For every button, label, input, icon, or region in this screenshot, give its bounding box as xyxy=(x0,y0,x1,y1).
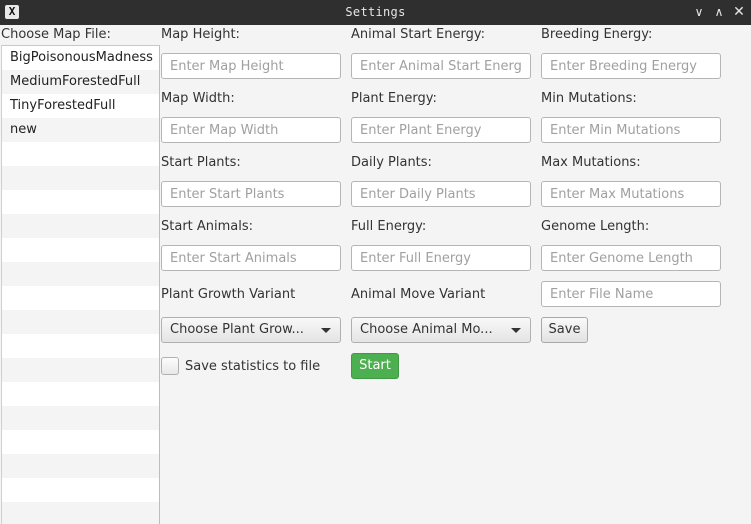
list-item-empty xyxy=(2,334,159,358)
animal-start-energy-label: Animal Start Energy: xyxy=(351,27,485,42)
start-animals-input[interactable] xyxy=(161,245,341,271)
close-icon[interactable]: ✕ xyxy=(730,3,748,21)
map-file-list[interactable]: BigPoisonousMadness MediumForestedFull T… xyxy=(1,45,160,524)
list-item-empty xyxy=(2,238,159,262)
max-mutations-label: Max Mutations: xyxy=(541,155,641,170)
list-item-empty xyxy=(2,358,159,382)
chevron-down-icon xyxy=(321,328,331,333)
start-animals-label: Start Animals: xyxy=(161,219,254,234)
save-statistics-label[interactable]: Save statistics to file xyxy=(185,359,320,374)
map-width-input[interactable] xyxy=(161,117,341,143)
list-item-empty xyxy=(2,382,159,406)
breeding-energy-label: Breeding Energy: xyxy=(541,27,653,42)
plant-growth-variant-value: Choose Plant Grow... xyxy=(170,322,304,337)
list-item-empty xyxy=(2,454,159,478)
breeding-energy-input[interactable] xyxy=(541,53,721,79)
save-statistics-checkbox[interactable] xyxy=(161,357,179,375)
list-item-empty xyxy=(2,190,159,214)
min-mutations-input[interactable] xyxy=(541,117,721,143)
window-title: Settings xyxy=(345,5,406,19)
chevron-down-icon xyxy=(511,328,521,333)
full-energy-input[interactable] xyxy=(351,245,531,271)
plant-growth-variant-select[interactable]: Choose Plant Grow... xyxy=(161,317,341,343)
full-energy-label: Full Energy: xyxy=(351,219,427,234)
list-item[interactable]: TinyForestedFull xyxy=(2,94,159,118)
list-item-empty xyxy=(2,478,159,502)
map-height-label: Map Height: xyxy=(161,27,240,42)
start-plants-input[interactable] xyxy=(161,181,341,207)
plant-energy-input[interactable] xyxy=(351,117,531,143)
animal-move-variant-label: Animal Move Variant xyxy=(351,287,486,302)
animal-start-energy-input[interactable] xyxy=(351,53,531,79)
list-item[interactable]: BigPoisonousMadness xyxy=(2,46,159,70)
genome-length-label: Genome Length: xyxy=(541,219,650,234)
title-bar: X Settings ∨ ∧ ✕ xyxy=(0,0,751,25)
plant-energy-label: Plant Energy: xyxy=(351,91,437,106)
list-item-empty xyxy=(2,430,159,454)
list-item-empty xyxy=(2,262,159,286)
map-file-pane: Choose Map File: BigPoisonousMadness Med… xyxy=(0,25,161,524)
animal-move-variant-value: Choose Animal Mo... xyxy=(360,322,493,337)
list-item-empty xyxy=(2,166,159,190)
list-item-empty xyxy=(2,214,159,238)
daily-plants-input[interactable] xyxy=(351,181,531,207)
list-item-empty xyxy=(2,286,159,310)
animal-move-variant-select[interactable]: Choose Animal Mo... xyxy=(351,317,531,343)
list-item-empty xyxy=(2,502,159,524)
start-plants-label: Start Plants: xyxy=(161,155,241,170)
daily-plants-label: Daily Plants: xyxy=(351,155,432,170)
maximize-icon[interactable]: ∧ xyxy=(710,3,728,21)
map-width-label: Map Width: xyxy=(161,91,235,106)
min-mutations-label: Min Mutations: xyxy=(541,91,637,106)
plant-growth-variant-label: Plant Growth Variant xyxy=(161,287,296,302)
choose-map-file-label: Choose Map File: xyxy=(1,27,111,42)
genome-length-input[interactable] xyxy=(541,245,721,271)
list-item-empty xyxy=(2,310,159,334)
map-height-input[interactable] xyxy=(161,53,341,79)
start-button[interactable]: Start xyxy=(351,353,399,379)
list-item[interactable]: MediumForestedFull xyxy=(2,70,159,94)
list-item[interactable]: new xyxy=(2,118,159,142)
list-item-empty xyxy=(2,142,159,166)
max-mutations-input[interactable] xyxy=(541,181,721,207)
save-button[interactable]: Save xyxy=(541,317,588,343)
list-item-empty xyxy=(2,406,159,430)
file-name-input[interactable] xyxy=(541,281,721,307)
minimize-icon[interactable]: ∨ xyxy=(690,3,708,21)
